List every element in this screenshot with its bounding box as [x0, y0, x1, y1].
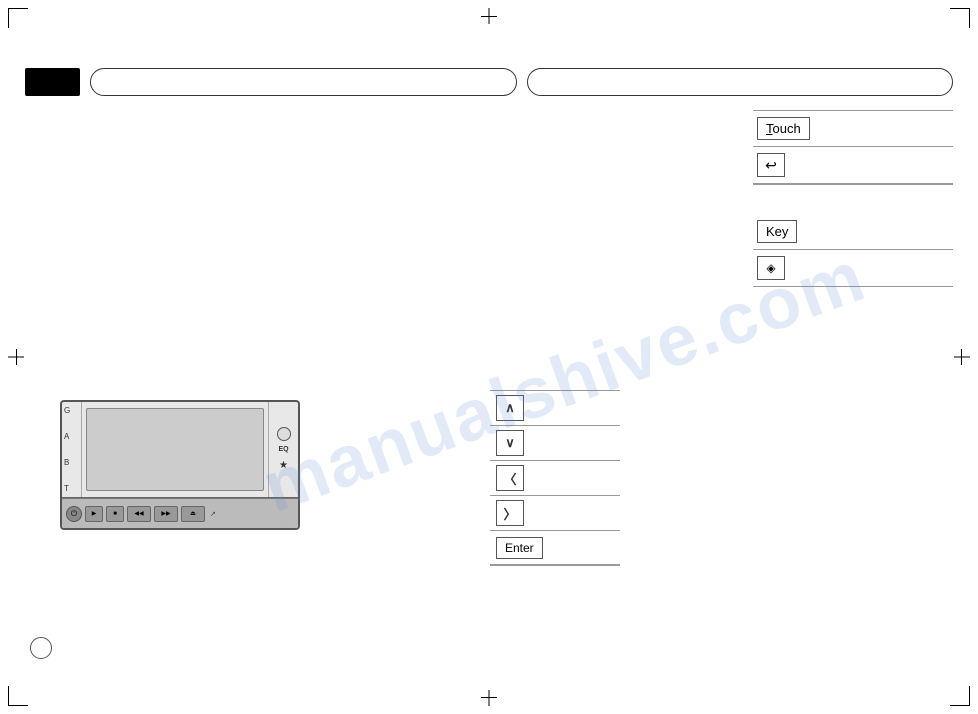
right-panel: Touch ↩ Key ◈ — [753, 110, 953, 287]
ctrl-enter-row: Enter — [490, 531, 620, 565]
device-right-icons: EQ ★ — [268, 402, 298, 497]
device-diagram: G A B T EQ ★ ⏻ ▶ ■ ◀◀ ▶▶ ⏏ ↗ — [60, 400, 300, 540]
device-btn-3[interactable]: ◀◀ — [127, 506, 151, 522]
ctrl-up-row: ∧ — [490, 391, 620, 426]
device-btn-4[interactable]: ▶▶ — [154, 506, 178, 522]
key-label: Key — [766, 224, 788, 239]
crosshair-right-v — [961, 349, 962, 365]
device-label-g: G — [64, 406, 79, 415]
device-btn-power[interactable]: ⏻ — [66, 506, 82, 522]
device-label-b: B — [64, 458, 79, 467]
device-btn-1[interactable]: ▶ — [85, 506, 103, 522]
corner-mark-tr — [950, 8, 970, 28]
back-arrow-box[interactable]: ↩ — [757, 153, 785, 177]
device-label-t: T — [64, 484, 79, 493]
ctrl-enter-button[interactable]: Enter — [496, 537, 543, 559]
bottom-circle — [30, 637, 52, 659]
crosshair-left-v — [16, 349, 17, 365]
header-area — [25, 68, 953, 96]
nav-arrow-row: ◈ — [753, 250, 953, 287]
up-arrow-icon: ∧ — [505, 400, 515, 416]
corner-mark-br — [950, 686, 970, 706]
back-arrow-icon: ↩ — [765, 157, 777, 174]
device-icon-eq: EQ — [277, 445, 291, 455]
header-black-box — [25, 68, 80, 96]
ctrl-right-row: 〉 — [490, 496, 620, 531]
key-row: Key — [753, 214, 953, 250]
device-left-labels: G A B T — [62, 402, 82, 497]
device-icon-circle — [277, 427, 291, 441]
corner-mark-bl — [8, 686, 28, 706]
crosshair-right-h — [954, 357, 970, 358]
enter-label: Enter — [505, 541, 534, 555]
touch-rest: ouch — [773, 121, 801, 136]
ctrl-up-button[interactable]: ∧ — [496, 395, 524, 421]
ctrl-left-button[interactable]: 〈 — [496, 465, 524, 491]
device-small-text: ↗ — [210, 510, 216, 518]
device-bottom-bar: ⏻ ▶ ■ ◀◀ ▶▶ ⏏ ↗ — [62, 498, 298, 528]
crosshair-top-h — [481, 16, 497, 17]
nav-arrow-box[interactable]: ◈ — [757, 256, 785, 280]
right-panel-gap — [753, 184, 953, 214]
ctrl-right-button[interactable]: 〉 — [496, 500, 524, 526]
device-icon-star: ★ — [277, 459, 291, 473]
device-label-a: A — [64, 432, 79, 441]
power-icon: ⏻ — [71, 509, 77, 519]
ctrl-down-row: ∨ — [490, 426, 620, 461]
ctrl-bottom-line — [490, 565, 620, 566]
down-arrow-icon: ∨ — [505, 435, 515, 451]
device-screen — [86, 408, 264, 491]
ctrl-left-row: 〈 — [490, 461, 620, 496]
crosshair-bottom-h — [481, 697, 497, 698]
touch-row: Touch — [753, 111, 953, 147]
left-arrow-icon: 〈 — [503, 469, 516, 488]
header-pill-right — [527, 68, 954, 96]
device-screen-area: G A B T EQ ★ — [62, 402, 298, 498]
header-pill-left — [90, 68, 517, 96]
device-btn-2[interactable]: ■ — [106, 506, 124, 522]
touch-label-box: Touch — [757, 117, 810, 140]
nav-arrow-icon: ◈ — [766, 261, 775, 275]
crosshair-bottom-v — [489, 690, 490, 706]
key-label-box: Key — [757, 220, 797, 243]
controls-panel: ∧ ∨ 〈 〉 Enter — [490, 390, 620, 566]
corner-mark-tl — [8, 8, 28, 28]
device-outer: G A B T EQ ★ ⏻ ▶ ■ ◀◀ ▶▶ ⏏ ↗ — [60, 400, 300, 530]
right-arrow-icon: 〉 — [503, 504, 516, 523]
device-btn-5[interactable]: ⏏ — [181, 506, 205, 522]
back-arrow-row: ↩ — [753, 147, 953, 184]
ctrl-down-button[interactable]: ∨ — [496, 430, 524, 456]
